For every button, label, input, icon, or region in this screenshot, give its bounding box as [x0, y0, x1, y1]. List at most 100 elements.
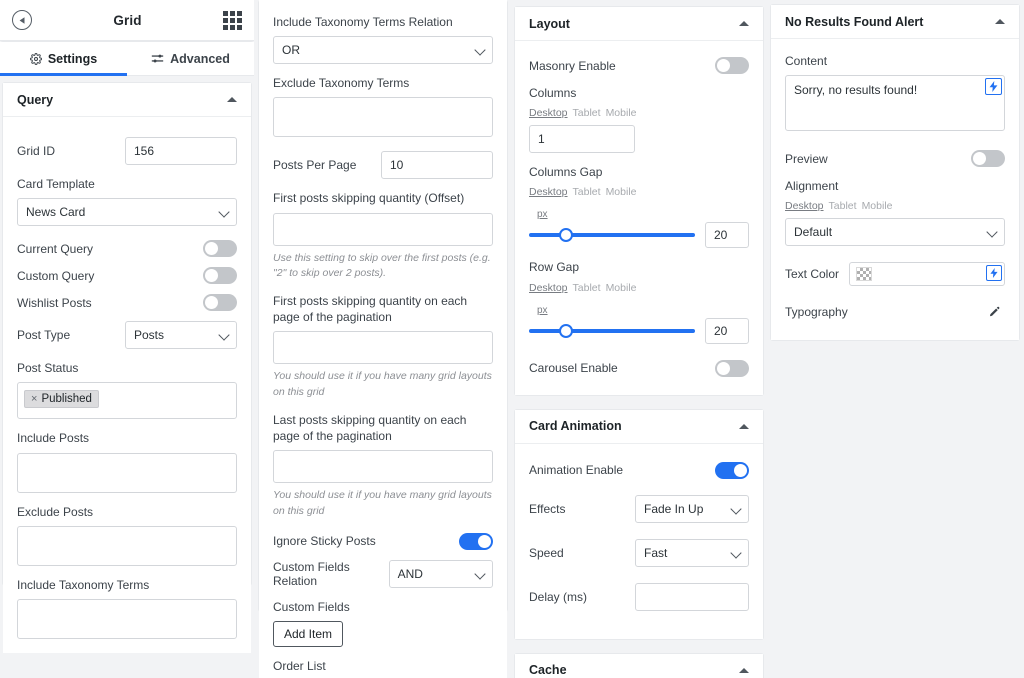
effects-select[interactable]: Fade In Up: [635, 495, 749, 523]
back-arrow-circle-icon[interactable]: [12, 10, 32, 30]
row-gap-value[interactable]: 20: [705, 318, 749, 344]
tab-advanced[interactable]: Advanced: [127, 42, 254, 75]
lightning-bolt-icon[interactable]: [985, 78, 1002, 95]
post-type-select[interactable]: Posts: [125, 321, 237, 349]
query-panel-continued: Include Taxonomy Terms Relation OR Exclu…: [258, 0, 508, 612]
columns-gap-label: Columns Gap: [529, 164, 749, 180]
device-mobile[interactable]: Mobile: [606, 186, 637, 198]
chip-remove-icon[interactable]: ×: [31, 393, 37, 405]
speed-select[interactable]: Fast: [635, 539, 749, 567]
wishlist-posts-toggle[interactable]: [203, 294, 237, 311]
exclude-posts-input[interactable]: [17, 526, 237, 566]
post-status-chip[interactable]: × Published: [24, 390, 99, 408]
layout-section-header[interactable]: Layout: [515, 7, 763, 41]
column-layout: Layout Masonry Enable Columns Desktop Tab…: [512, 0, 766, 678]
device-mobile[interactable]: Mobile: [862, 200, 893, 212]
alignment-select-wrap: Default: [785, 218, 1005, 246]
no-results-section-header[interactable]: No Results Found Alert: [771, 5, 1019, 39]
chevron-up-icon[interactable]: [739, 21, 749, 26]
columns-input[interactable]: [529, 125, 635, 153]
device-desktop[interactable]: Desktop: [529, 282, 568, 294]
last-skip-input[interactable]: [273, 450, 493, 483]
offset-input[interactable]: [273, 213, 493, 246]
typography-label: Typography: [785, 305, 848, 319]
topbar: Grid: [0, 0, 254, 41]
preview-label: Preview: [785, 152, 828, 166]
include-taxonomy-relation-select[interactable]: OR: [273, 36, 493, 64]
column-query-continued: Include Taxonomy Terms Relation OR Exclu…: [256, 0, 510, 678]
device-tablet[interactable]: Tablet: [829, 200, 857, 212]
card-template-select[interactable]: News Card: [17, 198, 237, 226]
custom-query-row: Custom Query: [17, 267, 237, 284]
exclude-taxonomy-terms-input[interactable]: [273, 97, 493, 137]
row-gap-unit[interactable]: px: [537, 305, 548, 316]
custom-fields-relation-select[interactable]: AND: [389, 560, 493, 588]
custom-fields-add-item-button[interactable]: Add Item: [273, 621, 343, 647]
device-tablet[interactable]: Tablet: [573, 107, 601, 119]
alignment-select[interactable]: Default: [785, 218, 1005, 246]
gear-icon: [30, 53, 42, 65]
chevron-up-icon[interactable]: [739, 424, 749, 429]
wishlist-posts-label: Wishlist Posts: [17, 296, 92, 310]
tab-settings[interactable]: Settings: [0, 42, 127, 75]
device-desktop[interactable]: Desktop: [785, 200, 824, 212]
first-skip-input[interactable]: [273, 331, 493, 364]
offset-hint: Use this setting to skip over the first …: [273, 251, 493, 283]
color-swatch[interactable]: [856, 267, 872, 281]
post-type-label: Post Type: [17, 328, 70, 342]
delay-input[interactable]: [635, 583, 749, 611]
card-template-label: Card Template: [17, 176, 237, 192]
include-posts-input[interactable]: [17, 453, 237, 493]
device-mobile[interactable]: Mobile: [606, 107, 637, 119]
device-mobile[interactable]: Mobile: [606, 282, 637, 294]
current-query-toggle[interactable]: [203, 240, 237, 257]
column-no-results: No Results Found Alert Content Sorry, no…: [768, 0, 1022, 678]
preview-toggle[interactable]: [971, 150, 1005, 167]
lightning-bolt-icon[interactable]: [986, 265, 1002, 281]
device-desktop[interactable]: Desktop: [529, 107, 568, 119]
post-status-field[interactable]: × Published: [17, 382, 237, 419]
columns-gap-unit[interactable]: px: [537, 209, 548, 220]
sliders-icon: [151, 53, 164, 64]
device-tablet[interactable]: Tablet: [573, 282, 601, 294]
masonry-toggle[interactable]: [715, 57, 749, 74]
device-tablet[interactable]: Tablet: [573, 186, 601, 198]
chevron-up-icon[interactable]: [995, 19, 1005, 24]
chevron-up-icon[interactable]: [739, 668, 749, 673]
masonry-row: Masonry Enable: [529, 57, 749, 74]
layout-section-title: Layout: [529, 17, 570, 31]
text-color-label: Text Color: [785, 267, 839, 281]
content-textarea[interactable]: Sorry, no results found!: [785, 75, 1005, 131]
posts-per-page-label: Posts Per Page: [273, 158, 356, 172]
masonry-label: Masonry Enable: [529, 59, 616, 73]
pencil-icon[interactable]: [983, 302, 1005, 322]
app-root: Grid Settings: [0, 0, 1024, 678]
query-body: Grid ID Card Template News Card Current …: [3, 117, 251, 653]
no-results-panel: No Results Found Alert Content Sorry, no…: [770, 4, 1020, 341]
posts-per-page-input[interactable]: [381, 151, 493, 179]
animation-enable-toggle[interactable]: [715, 462, 749, 479]
query-section-header[interactable]: Query: [3, 83, 251, 117]
custom-query-toggle[interactable]: [203, 267, 237, 284]
card-animation-section-header[interactable]: Card Animation: [515, 410, 763, 444]
carousel-toggle[interactable]: [715, 360, 749, 377]
grid-id-input[interactable]: [125, 137, 237, 165]
cache-section-header[interactable]: Cache: [515, 654, 763, 678]
columns-gap-value[interactable]: 20: [705, 222, 749, 248]
text-color-field[interactable]: [849, 262, 1005, 286]
chevron-up-icon[interactable]: [227, 97, 237, 102]
device-desktop[interactable]: Desktop: [529, 186, 568, 198]
include-taxonomy-terms-input[interactable]: [17, 599, 237, 639]
query-panel: Query Grid ID Card Template News Card Cu…: [2, 82, 252, 586]
tab-advanced-label: Advanced: [170, 52, 230, 66]
row-gap-slider[interactable]: [529, 323, 695, 339]
columns-label: Columns: [529, 85, 749, 101]
no-results-body: Content Sorry, no results found! Preview…: [771, 39, 1019, 340]
grid-apps-icon[interactable]: [223, 11, 242, 30]
ignore-sticky-toggle[interactable]: [459, 533, 493, 550]
chip-label: Published: [41, 393, 92, 405]
posts-per-page-row: Posts Per Page: [273, 151, 493, 179]
page-title: Grid: [32, 13, 223, 28]
columns-gap-slider[interactable]: [529, 227, 695, 243]
content-textarea-wrap: Sorry, no results found!: [785, 75, 1005, 136]
